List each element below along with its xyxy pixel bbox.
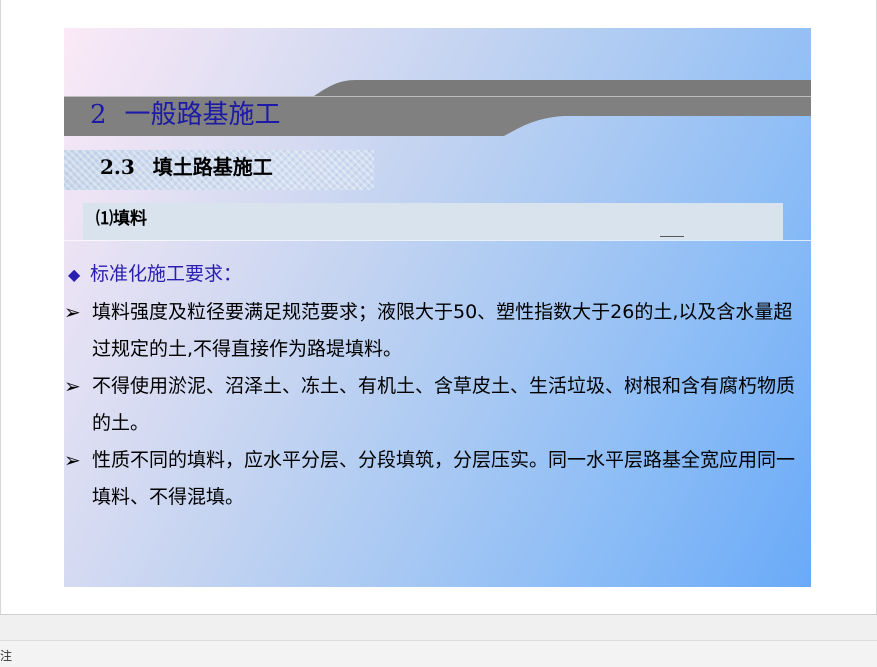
divider-line — [64, 240, 811, 241]
list-item-text: 性质不同的填料，应水平分层、分段填筑，分层压实。同一水平层路基全宽应用同一填料、… — [92, 449, 796, 508]
notes-label: 注 — [0, 649, 13, 663]
list-item-text: 填料强度及粒径要满足规范要求；液限大于50、塑性指数大于26的土,以及含水量超过… — [92, 301, 793, 360]
requirements-heading: ◆ 标准化施工要求： — [68, 258, 242, 291]
requirements-heading-text: 标准化施工要求： — [90, 263, 243, 285]
section-number: 2.3 — [100, 155, 135, 179]
arrow-bullet-icon: ➢ — [64, 448, 81, 472]
slide-title[interactable]: 2 一般路基施工 — [90, 102, 281, 128]
diamond-bullet-icon: ◆ — [68, 265, 81, 284]
slide-title-number: 2 — [90, 100, 107, 130]
notes-bar[interactable]: 注 — [0, 640, 877, 667]
arrow-bullet-icon: ➢ — [64, 374, 81, 398]
editor-background — [0, 615, 877, 640]
list-item-text: 不得使用淤泥、沼泽土、冻土、有机土、含草皮土、生活垃圾、树根和含有腐朽物质的土。 — [92, 375, 796, 434]
slide[interactable]: 2 一般路基施工 2.3 填土路基施工 ⑴填料 ◆ 标准化施工要求： ➢ 填料强度及粒… — [64, 28, 811, 587]
subsection-title[interactable]: ⑴填料 — [96, 206, 147, 233]
section-title[interactable]: 2.3 填土路基施工 — [100, 154, 273, 180]
slide-title-text: 一般路基施工 — [124, 100, 281, 130]
section-text: 填土路基施工 — [152, 155, 273, 179]
header-tab-shape — [314, 80, 811, 96]
subsection-box — [83, 203, 783, 240]
arrow-bullet-icon: ➢ — [64, 300, 81, 324]
decorative-dash — [660, 236, 684, 237]
